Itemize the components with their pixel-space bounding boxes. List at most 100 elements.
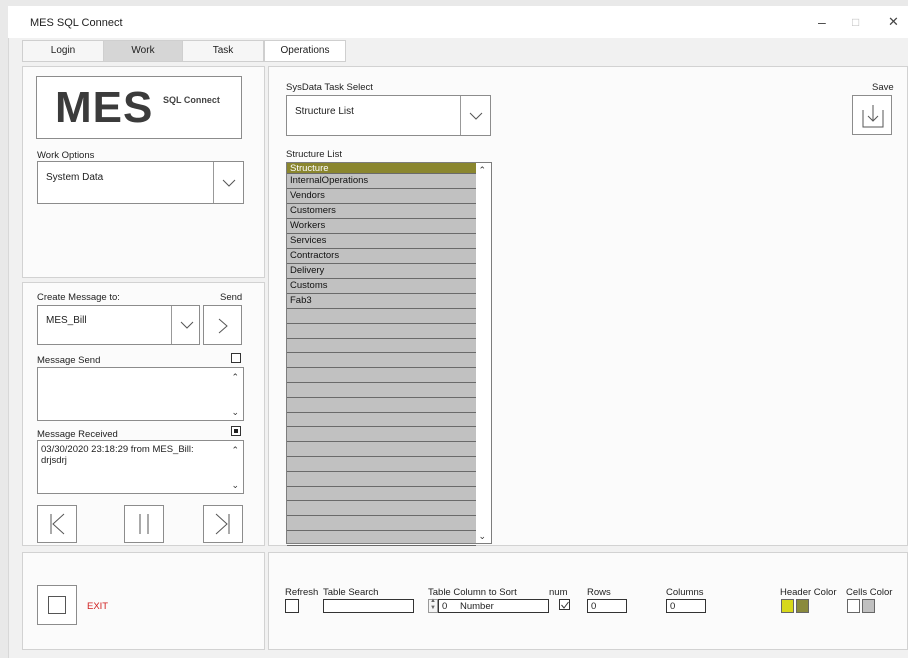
sort-index-value: 0: [442, 601, 448, 612]
work-options-dropdown[interactable]: System Data: [37, 161, 244, 204]
rows-value: 0: [591, 601, 597, 612]
structure-list-item[interactable]: [287, 383, 476, 398]
structure-list-label: Structure List: [286, 149, 342, 160]
tab-task[interactable]: Task: [182, 40, 264, 62]
message-received-label: Message Received: [37, 429, 118, 440]
sort-index-spinner[interactable]: ▲ ▼: [428, 598, 438, 613]
structure-list-item[interactable]: [287, 531, 476, 546]
structure-list-item[interactable]: [287, 516, 476, 531]
skip-last-icon: [215, 513, 230, 535]
structure-list-item[interactable]: [287, 442, 476, 457]
minimize-button[interactable]: –: [818, 14, 826, 30]
structure-list-item[interactable]: [287, 457, 476, 472]
sort-column-input[interactable]: 0 Number: [438, 599, 549, 613]
structure-list-item[interactable]: [287, 398, 476, 413]
close-button[interactable]: ✕: [888, 14, 899, 30]
structure-list-item[interactable]: [287, 324, 476, 339]
structure-list-item[interactable]: [287, 353, 476, 369]
check-icon: [561, 601, 569, 609]
message-received-line-2: drjsdrj: [41, 455, 67, 466]
title-bar: [8, 6, 908, 38]
logo-mes: MES: [55, 83, 154, 132]
skip-first-icon: [50, 513, 65, 535]
sort-column-label: Table Column to Sort: [428, 587, 517, 598]
structure-list-item[interactable]: [287, 368, 476, 383]
download-icon: [862, 105, 884, 128]
logo-subtitle: SQL Connect: [163, 95, 220, 105]
task-select-dropdown[interactable]: Structure List: [286, 95, 491, 136]
exit-button[interactable]: [37, 585, 77, 625]
message-received-checkbox[interactable]: [231, 426, 241, 436]
work-options-label: Work Options: [37, 150, 95, 161]
header-color-label: Header Color: [780, 587, 837, 598]
structure-list-item[interactable]: [287, 501, 476, 517]
structure-list-item[interactable]: [287, 309, 476, 324]
structure-list-item[interactable]: Customs: [287, 279, 476, 294]
task-select-value: Structure List: [295, 106, 354, 117]
spinner-down-icon[interactable]: ▼: [430, 605, 436, 611]
create-message-label: Create Message to:: [37, 292, 120, 303]
table-search-input[interactable]: [323, 599, 414, 613]
structure-list-item[interactable]: Customers: [287, 204, 476, 219]
structure-list-item[interactable]: Fab3: [287, 294, 476, 309]
structure-list-item[interactable]: Contractors: [287, 249, 476, 264]
tab-work[interactable]: Work: [103, 40, 183, 62]
columns-label: Columns: [666, 587, 704, 598]
scroll-down-icon[interactable]: ⌄: [478, 531, 486, 542]
cells-color-swatch-secondary[interactable]: [862, 599, 875, 613]
first-message-button[interactable]: [37, 505, 77, 543]
table-search-label: Table Search: [323, 587, 379, 598]
structure-list-item[interactable]: [287, 487, 476, 502]
structure-list-item[interactable]: InternalOperations: [287, 174, 476, 189]
scroll-up-icon[interactable]: ⌃: [231, 372, 239, 383]
structure-list-item[interactable]: Workers: [287, 219, 476, 234]
recipient-dropdown[interactable]: MES_Bill: [37, 305, 200, 345]
header-color-swatch-secondary[interactable]: [796, 599, 809, 613]
chevron-down-icon[interactable]: [171, 306, 199, 344]
maximize-button[interactable]: □: [852, 15, 859, 29]
scroll-down-icon[interactable]: ⌄: [231, 407, 239, 418]
structure-list-header-row[interactable]: Structure: [287, 163, 476, 174]
pause-icon: [139, 514, 149, 534]
structure-list-item[interactable]: Services: [287, 234, 476, 249]
cells-color-label: Cells Color: [846, 587, 893, 598]
structure-list-item[interactable]: [287, 413, 476, 428]
message-send-label: Message Send: [37, 355, 101, 366]
scroll-up-icon[interactable]: ⌃: [231, 445, 239, 456]
tab-login[interactable]: Login: [22, 40, 104, 62]
message-received-textarea[interactable]: 03/30/2020 23:18:29 from MES_Bill: drjsd…: [37, 440, 244, 494]
columns-value: 0: [670, 601, 676, 612]
exit-label: EXIT: [87, 601, 109, 612]
rows-label: Rows: [587, 587, 611, 598]
structure-list-item[interactable]: [287, 472, 476, 487]
spinner-up-icon[interactable]: ▲: [430, 598, 436, 604]
tab-operations[interactable]: Operations: [264, 40, 346, 62]
pause-button[interactable]: [124, 505, 164, 543]
message-send-checkbox[interactable]: [231, 353, 241, 363]
structure-list-item[interactable]: [287, 427, 476, 443]
cells-color-swatch-primary[interactable]: [847, 599, 860, 613]
last-message-button[interactable]: [203, 505, 243, 543]
save-button[interactable]: [852, 95, 892, 135]
chevron-down-icon[interactable]: [213, 162, 243, 203]
task-select-label: SysData Task Select: [286, 82, 373, 93]
rows-input[interactable]: 0: [587, 599, 627, 613]
send-button[interactable]: [203, 305, 242, 345]
stop-icon: [48, 596, 66, 614]
structure-list-item[interactable]: Vendors: [287, 189, 476, 204]
sort-column-value: Number: [460, 601, 494, 612]
refresh-checkbox[interactable]: [285, 599, 299, 613]
structure-list-item[interactable]: Delivery: [287, 264, 476, 279]
columns-input[interactable]: 0: [666, 599, 706, 613]
scroll-up-icon[interactable]: ⌃: [478, 165, 486, 176]
num-label: num: [549, 587, 568, 598]
save-label: Save: [872, 82, 894, 93]
structure-list-item[interactable]: [287, 339, 476, 354]
num-checkbox[interactable]: [559, 599, 570, 610]
structure-list[interactable]: Structure InternalOperations Vendors Custom…: [286, 162, 492, 546]
header-color-swatch-primary[interactable]: [781, 599, 794, 613]
message-send-textarea[interactable]: ⌃ ⌄: [37, 367, 244, 421]
chevron-down-icon[interactable]: [460, 96, 490, 135]
window-title: MES SQL Connect: [30, 17, 123, 29]
scroll-down-icon[interactable]: ⌄: [231, 480, 239, 491]
